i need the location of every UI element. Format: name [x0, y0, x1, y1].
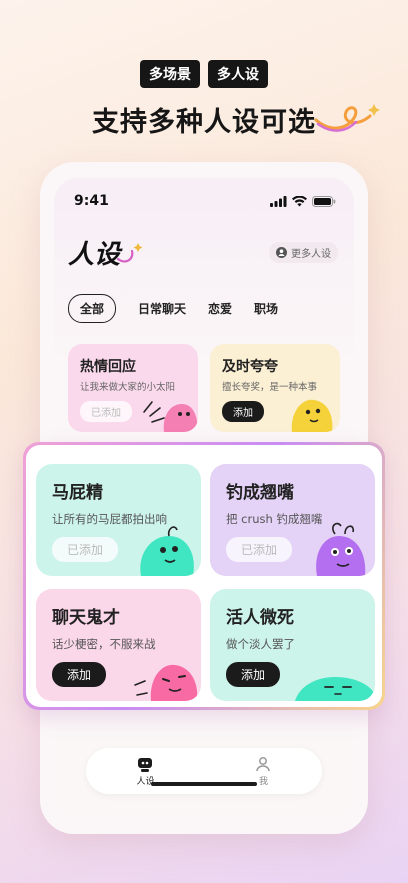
mint-puddle-mascot-icon	[295, 677, 375, 701]
tab-me[interactable]: 我	[255, 756, 271, 787]
filter-tab-all[interactable]: 全部	[68, 294, 117, 323]
mint-blob-mascot-icon	[140, 526, 194, 576]
cellular-signal-icon	[270, 195, 287, 207]
persona-card-title: 热情回应	[80, 359, 136, 375]
promo-tags: 多场景 多人设	[0, 60, 408, 88]
promo-tag-personas: 多人设	[208, 60, 268, 88]
status-bar: 9:41	[74, 192, 336, 210]
tab-bar: 人设 我	[86, 748, 322, 794]
persona-grid: 马屁精 让所有的马屁都拍出响 已添加 钓成翘嘴 把 crush 钓成翘嘴 已添加	[26, 445, 382, 707]
persona-card-warm-reply[interactable]: 热情回应 让我来做大家的小太阳 已添加	[68, 344, 198, 432]
persona-card-flatterer[interactable]: 马屁精 让所有的马屁都拍出响 已添加	[36, 464, 201, 576]
battery-icon	[312, 195, 336, 207]
page-title: 人设	[68, 239, 121, 270]
tab-me-label: 我	[258, 776, 268, 787]
wifi-icon	[292, 195, 307, 206]
added-button[interactable]: 已添加	[80, 401, 132, 422]
persona-spotlight-panel: 马屁精 让所有的马屁都拍出响 已添加 钓成翘嘴 把 crush 钓成翘嘴 已添加	[23, 442, 385, 710]
promo-tag-scenes: 多场景	[140, 60, 200, 88]
person-icon	[256, 756, 271, 771]
page-header: 人设 更多人设	[68, 232, 338, 272]
filter-tab-daily-chat[interactable]: 日常聊天	[138, 295, 186, 322]
added-button[interactable]: 已添加	[52, 537, 119, 562]
pink-blob-mascot-icon	[134, 664, 198, 701]
add-button[interactable]: 添加	[222, 401, 264, 422]
home-indicator	[151, 782, 257, 786]
yellow-blob-mascot-icon	[291, 399, 333, 432]
sparkle-swirl-icon	[314, 104, 380, 132]
persona-card-timely-praise[interactable]: 及时夸夸 擅长夸奖，是一种本事 添加	[210, 344, 340, 432]
persona-card-half-dead[interactable]: 活人微死 做个淡人罢了 添加	[210, 589, 375, 701]
persona-card-title: 钓成翘嘴	[226, 483, 294, 503]
status-time: 9:41	[74, 193, 109, 209]
persona-card-chat-genius[interactable]: 聊天鬼才 话少梗密，不服来战 添加	[36, 589, 201, 701]
persona-card-title: 马屁精	[52, 483, 103, 503]
filter-tabs: 全部 日常聊天 恋爱 职场	[68, 294, 278, 323]
persona-card-title: 聊天鬼才	[52, 608, 120, 628]
more-personas-button[interactable]: 更多人设	[269, 241, 338, 263]
persona-card-title: 活人微死	[226, 608, 294, 628]
page-title-wrap: 人设	[68, 234, 146, 271]
filter-tab-workplace[interactable]: 职场	[254, 295, 278, 322]
robot-icon	[138, 757, 153, 772]
user-circle-icon	[276, 246, 287, 258]
sparkle-icon	[116, 243, 143, 263]
more-personas-label: 更多人设	[291, 248, 331, 260]
persona-card-desc: 擅长夸奖，是一种本事	[222, 382, 318, 393]
filter-tab-romance[interactable]: 恋爱	[208, 295, 232, 322]
status-icons	[270, 195, 336, 207]
added-button[interactable]: 已添加	[226, 537, 293, 562]
pink-blob-mascot-icon	[143, 401, 198, 432]
add-button[interactable]: 添加	[52, 662, 107, 687]
persona-card-title: 及时夸夸	[222, 359, 278, 375]
persona-card-crush-hooker[interactable]: 钓成翘嘴 把 crush 钓成翘嘴 已添加	[210, 464, 375, 576]
add-button[interactable]: 添加	[226, 662, 281, 687]
purple-blob-mascot-icon	[316, 522, 366, 576]
persona-card-desc: 做个淡人罢了	[226, 637, 295, 651]
